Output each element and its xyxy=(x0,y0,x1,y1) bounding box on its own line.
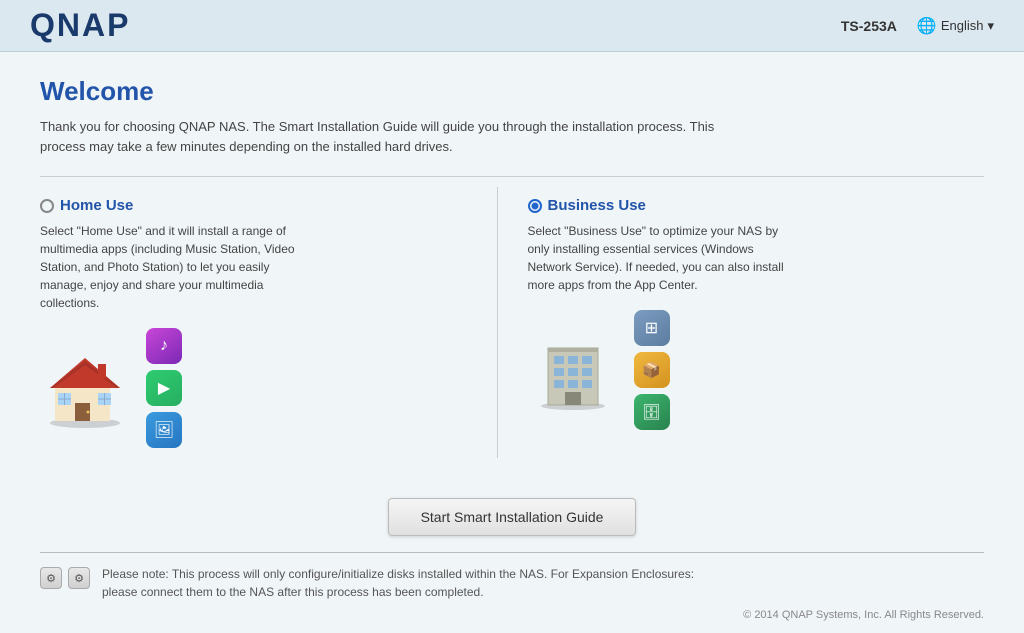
options-row: Home Use Select "Home Use" and it will i… xyxy=(40,176,984,458)
windows-network-icon: ⊞ xyxy=(634,310,670,346)
main-content: Welcome Thank you for choosing QNAP NAS.… xyxy=(0,52,1024,633)
business-app-icons: ⊞ 📦 🗄 xyxy=(634,310,670,430)
header-right: TS-253A 🌐 English ▾ xyxy=(841,16,994,36)
video-station-icon: ▶ xyxy=(146,370,182,406)
home-use-header: Home Use xyxy=(40,197,477,214)
globe-icon: 🌐 xyxy=(917,16,937,36)
header: QNAP TS-253A 🌐 English ▾ xyxy=(0,0,1024,52)
building-illustration xyxy=(528,330,618,410)
content-box: Welcome Thank you for choosing QNAP NAS.… xyxy=(0,52,1024,478)
business-use-icons: ⊞ 📦 🗄 xyxy=(528,310,965,430)
gear-icon-2: ⚙ xyxy=(74,572,84,585)
gear-icon: ⚙ xyxy=(46,572,56,585)
settings-icon-2[interactable]: ⚙ xyxy=(68,567,90,589)
business-use-description: Select "Business Use" to optimize your N… xyxy=(528,222,788,294)
home-use-radio[interactable] xyxy=(40,199,54,213)
footer-note: Please note: This process will only conf… xyxy=(102,565,731,601)
storage-manager-icon: 📦 xyxy=(634,352,670,388)
home-app-icons: ♪ ▶ 🖼 xyxy=(146,328,182,448)
home-use-option[interactable]: Home Use Select "Home Use" and it will i… xyxy=(40,187,498,458)
business-use-header: Business Use xyxy=(528,197,965,214)
chevron-down-icon: ▾ xyxy=(987,18,994,34)
photo-station-icon: 🖼 xyxy=(146,412,182,448)
language-label: English xyxy=(941,18,984,33)
home-use-icons: ♪ ▶ 🖼 xyxy=(40,328,477,448)
qnap-logo: QNAP xyxy=(30,7,130,44)
footer: ⚙ ⚙ Please note: This process will only … xyxy=(0,553,1024,633)
start-installation-button[interactable]: Start Smart Installation Guide xyxy=(388,498,637,536)
footer-icons: ⚙ ⚙ xyxy=(40,567,90,589)
button-area: Start Smart Installation Guide xyxy=(0,478,1024,552)
settings-icon-1[interactable]: ⚙ xyxy=(40,567,62,589)
welcome-title: Welcome xyxy=(40,76,984,107)
business-use-option[interactable]: Business Use Select "Business Use" to op… xyxy=(498,187,985,458)
copyright-text: © 2014 QNAP Systems, Inc. All Rights Res… xyxy=(743,609,984,621)
database-icon: 🗄 xyxy=(634,394,670,430)
music-station-icon: ♪ xyxy=(146,328,182,364)
business-use-title: Business Use xyxy=(548,197,646,214)
home-use-title: Home Use xyxy=(60,197,133,214)
device-name: TS-253A xyxy=(841,18,897,34)
business-use-radio[interactable] xyxy=(528,199,542,213)
welcome-description: Thank you for choosing QNAP NAS. The Sma… xyxy=(40,117,740,156)
language-selector[interactable]: 🌐 English ▾ xyxy=(917,16,994,36)
home-use-description: Select "Home Use" and it will install a … xyxy=(40,222,300,312)
house-illustration xyxy=(40,348,130,428)
